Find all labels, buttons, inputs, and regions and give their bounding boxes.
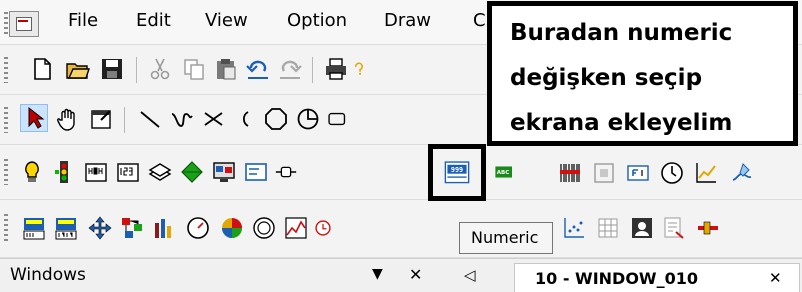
cut-icon[interactable] bbox=[146, 55, 174, 83]
callout-line-1: Buradan numeric bbox=[510, 20, 733, 46]
line-tool-icon[interactable] bbox=[136, 105, 164, 133]
numeric-tooltip: Numeric bbox=[459, 222, 553, 254]
bar-chart-icon[interactable] bbox=[150, 214, 178, 242]
menu-partial[interactable]: C bbox=[473, 10, 486, 31]
binary-display-icon[interactable] bbox=[52, 214, 80, 242]
toolbar-separator bbox=[136, 57, 137, 83]
pie-chart-icon[interactable] bbox=[218, 214, 246, 242]
callout-line-2: değişken seçip bbox=[510, 65, 703, 91]
close-panel-icon[interactable]: ✕ bbox=[409, 265, 422, 284]
connector-icon[interactable] bbox=[274, 158, 298, 186]
gauge-icon[interactable] bbox=[184, 214, 212, 242]
traffic-light-icon[interactable] bbox=[50, 158, 78, 186]
control-toolbar bbox=[0, 200, 802, 258]
toolbar-grip[interactable] bbox=[4, 12, 8, 34]
digital-display-icon[interactable] bbox=[20, 214, 48, 242]
move-icon[interactable] bbox=[86, 214, 114, 242]
toolbar-separator bbox=[124, 107, 125, 133]
undo-icon[interactable] bbox=[244, 55, 272, 83]
paste-icon[interactable] bbox=[212, 55, 240, 83]
alarm-icon[interactable] bbox=[314, 214, 332, 242]
pointer-icon[interactable] bbox=[20, 104, 48, 132]
windows-panel-title: Windows bbox=[10, 265, 86, 285]
properties-icon[interactable] bbox=[88, 105, 116, 133]
number-input-icon[interactable] bbox=[114, 158, 142, 186]
frame-icon[interactable] bbox=[590, 159, 618, 187]
tree-view-icon[interactable] bbox=[118, 214, 146, 242]
pan-hand-icon[interactable] bbox=[54, 105, 82, 133]
pen-recorder-icon[interactable] bbox=[728, 159, 756, 187]
clock-icon[interactable] bbox=[658, 159, 686, 187]
toolbar-grip[interactable] bbox=[4, 107, 8, 133]
binary-input-icon[interactable] bbox=[82, 158, 110, 186]
callout-line-3: ekrana ekleyelim bbox=[510, 110, 733, 136]
toolbar-separator bbox=[312, 57, 313, 83]
redo-icon[interactable] bbox=[276, 55, 304, 83]
menu-file[interactable]: File bbox=[68, 10, 98, 31]
tab-label: 10 - WINDOW_010 bbox=[535, 269, 698, 288]
toolbar-grip[interactable] bbox=[4, 214, 8, 242]
grid-icon[interactable] bbox=[594, 214, 622, 242]
polygon-tool-icon[interactable] bbox=[262, 105, 290, 133]
freehand-tool-icon[interactable] bbox=[168, 105, 196, 133]
display-window-icon[interactable] bbox=[210, 158, 238, 186]
rectangle-tool-icon[interactable] bbox=[326, 105, 346, 133]
format-field-icon[interactable] bbox=[624, 159, 652, 187]
arc-tool-icon[interactable] bbox=[230, 105, 258, 133]
lamp-icon[interactable] bbox=[18, 158, 46, 186]
trend-icon[interactable] bbox=[282, 214, 310, 242]
app-icon[interactable] bbox=[9, 11, 39, 37]
menu-edit[interactable]: Edit bbox=[136, 10, 171, 31]
dial-icon[interactable] bbox=[250, 214, 278, 242]
annotation-callout: Buradan numeric değişken seçip ekrana ek… bbox=[487, 1, 798, 146]
windows-dock-bar: Windows ▼ ✕ ◁ 10 - WINDOW_010 ✕ bbox=[0, 258, 802, 292]
pin-dropdown-icon[interactable]: ▼ bbox=[372, 266, 383, 282]
text-label-icon[interactable]: ABC bbox=[494, 158, 512, 186]
menu-option[interactable]: Option bbox=[287, 10, 347, 31]
shape-3d-icon[interactable] bbox=[178, 158, 206, 186]
numeric-highlight-frame bbox=[428, 144, 486, 201]
tab-scroll-left-icon[interactable]: ◁ bbox=[464, 266, 476, 284]
print-icon[interactable] bbox=[322, 55, 350, 83]
new-file-icon[interactable] bbox=[28, 55, 56, 83]
help-icon[interactable] bbox=[352, 55, 366, 83]
open-folder-icon[interactable] bbox=[64, 55, 92, 83]
pie-tool-icon[interactable] bbox=[294, 105, 322, 133]
picture-icon[interactable] bbox=[628, 214, 656, 242]
xy-chart-icon[interactable] bbox=[692, 159, 720, 187]
layers-icon[interactable] bbox=[146, 158, 174, 186]
text-display-icon[interactable] bbox=[242, 158, 270, 186]
toolbar-grip[interactable] bbox=[4, 159, 8, 185]
save-icon[interactable] bbox=[98, 55, 126, 83]
menu-draw[interactable]: Draw bbox=[384, 10, 431, 31]
barcode-icon[interactable] bbox=[556, 159, 584, 187]
slider-icon[interactable] bbox=[694, 214, 722, 242]
report-icon[interactable] bbox=[660, 214, 688, 242]
menu-view[interactable]: View bbox=[205, 10, 248, 31]
copy-icon[interactable] bbox=[180, 55, 208, 83]
tab-window-010[interactable]: 10 - WINDOW_010 ✕ bbox=[514, 263, 800, 292]
tab-close-icon[interactable]: ✕ bbox=[769, 269, 782, 287]
toolbar-grip[interactable] bbox=[4, 57, 8, 83]
scatter-chart-icon[interactable] bbox=[560, 214, 588, 242]
text-icon-letters: ABC bbox=[497, 170, 510, 176]
polyline-tool-icon[interactable] bbox=[200, 105, 228, 133]
